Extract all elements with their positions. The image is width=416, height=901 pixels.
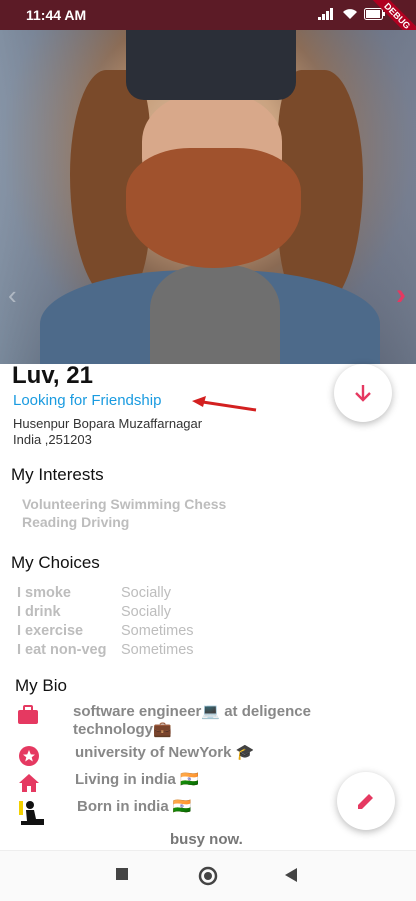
profile-photo[interactable]: ‹ › [0,30,416,364]
choice-value: Sometimes [121,642,194,658]
interests-title: My Interests [11,465,104,484]
edit-profile-button[interactable] [337,772,395,830]
choice-key: I smoke [17,585,71,601]
choice-row: I smoke Socially [17,584,194,603]
circle-icon [198,866,218,886]
address-line-1: Husenpur Bopara Muzaffarnagar [13,416,203,431]
bio-item-education: university of NewYork 🎓 [17,744,254,768]
annotation-arrow-icon [192,396,257,412]
briefcase-icon [17,703,39,727]
choice-key: I drink [17,604,61,620]
choices-list: I smoke Socially I drink Socially I exer… [17,584,194,660]
bio-text: university of NewYork 🎓 [75,744,255,761]
bio-text: Living in india 🇮🇳 [75,771,199,788]
chevron-right-icon[interactable]: › [396,278,406,312]
triangle-back-icon [285,868,297,882]
bio-title: My Bio [15,676,67,695]
back-button[interactable] [284,867,298,888]
bio-item-work: software engineer💻 at deligence technolo… [17,703,337,739]
profile-address: Husenpur Bopara Muzaffarnagar India ,251… [13,416,202,448]
bio-text: software engineer💻 at deligence technolo… [73,703,311,738]
choices-title: My Choices [11,553,100,572]
home-button[interactable] [198,866,218,891]
square-icon [116,868,128,880]
choice-key: I eat non-veg [17,642,107,658]
address-line-2: India ,251203 [13,432,92,447]
system-nav-bar [0,850,416,901]
choice-row: I eat non-veg Sometimes [17,641,194,660]
looking-for-text: Looking for Friendship [13,392,162,409]
choice-key: I exercise [17,623,84,639]
wifi-icon [343,9,357,19]
baby-icon [17,798,47,828]
home-icon [17,771,41,795]
interests-list: Volunteering Swimming Chess Reading Driv… [22,496,227,530]
pencil-icon [358,794,373,809]
choice-row: I drink Socially [17,603,194,622]
profile-name-age: Luv, 21 [12,362,93,389]
choice-value: Socially [121,604,171,620]
bio-status-text: busy now. [170,831,243,848]
status-bar: 11:44 AM DEBUG [0,0,416,48]
bio-item-born: Born in india 🇮🇳 [17,798,192,828]
signal-icon [318,8,333,20]
choice-value: Sometimes [121,623,194,639]
chevron-left-icon[interactable]: ‹ [8,280,17,311]
bio-item-living: Living in india 🇮🇳 [17,771,199,795]
status-icons [318,8,386,20]
choice-row: I exercise Sometimes [17,622,194,641]
status-time: 11:44 AM [26,7,87,23]
bio-text: Born in india 🇮🇳 [77,798,192,815]
arrow-down-icon [355,385,371,402]
choice-value: Socially [121,585,171,601]
scroll-down-button[interactable] [334,364,392,422]
recent-apps-button[interactable] [115,867,129,886]
star-badge-icon [17,744,41,768]
